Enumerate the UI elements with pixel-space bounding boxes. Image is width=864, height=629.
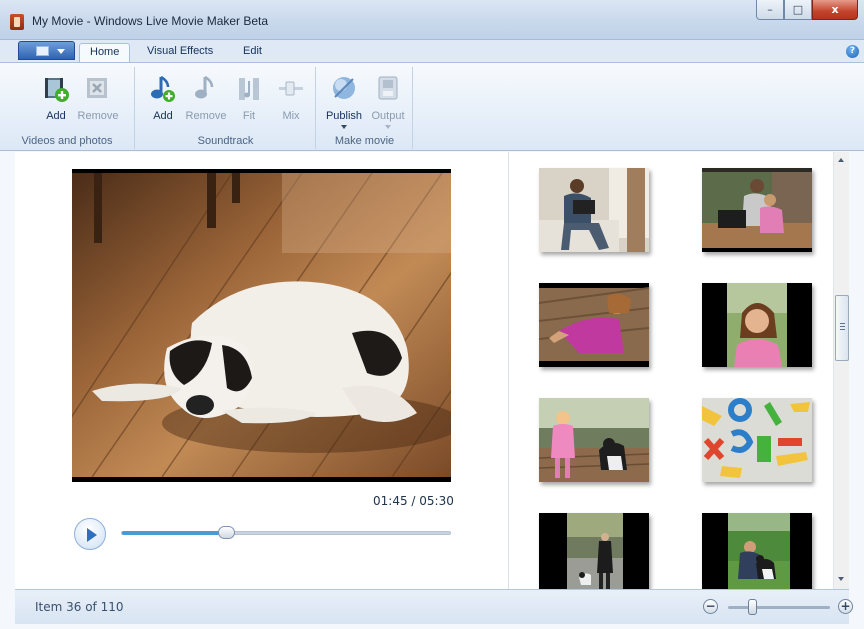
remove-videos-photos-button[interactable]: Remove xyxy=(76,71,120,127)
add-videos-label: Add xyxy=(46,110,66,122)
title-bar[interactable]: My Movie - Windows Live Movie Maker Beta… xyxy=(0,0,864,40)
play-icon xyxy=(87,528,97,542)
storyboard-clip[interactable] xyxy=(539,168,649,252)
add-video-icon xyxy=(45,78,69,102)
application-menu-button[interactable] xyxy=(18,41,75,60)
menu-icon xyxy=(36,46,49,56)
status-bar: Item 36 of 110 − + xyxy=(15,589,853,624)
group-label-make-movie: Make movie xyxy=(334,135,395,147)
play-button[interactable] xyxy=(74,518,106,550)
ribbon-tab-bar: Home Visual Effects Edit ? xyxy=(0,40,864,63)
maximize-button[interactable]: □ xyxy=(784,0,812,20)
add-music-icon xyxy=(151,75,175,102)
playback-time: 01:45 / 05:30 xyxy=(373,494,454,508)
tab-home[interactable]: Home xyxy=(79,43,131,63)
group-label-soundtrack: Soundtrack xyxy=(197,135,254,147)
add-music-button[interactable]: Add xyxy=(141,71,185,127)
output-button[interactable]: Output xyxy=(366,71,410,129)
add-videos-photos-button[interactable]: Add xyxy=(34,71,78,127)
scroll-up-arrow-icon[interactable] xyxy=(838,158,844,162)
output-label: Output xyxy=(371,110,405,122)
dog-on-floor-image xyxy=(72,173,451,477)
zoom-slider-handle[interactable] xyxy=(748,599,758,615)
window-title: My Movie - Windows Live Movie Maker Beta xyxy=(32,14,269,28)
storyboard-clip[interactable] xyxy=(702,168,812,252)
preview-image xyxy=(72,169,451,482)
window-controls: – □ x xyxy=(756,0,858,22)
zoom-in-button[interactable]: + xyxy=(838,599,853,614)
publish-button[interactable]: Publish xyxy=(322,71,366,129)
chevron-down-icon xyxy=(341,125,347,129)
help-icon[interactable]: ? xyxy=(846,45,859,58)
fit-to-music-button[interactable]: Fit xyxy=(227,71,271,127)
fit-music-icon xyxy=(239,78,259,100)
group-soundtrack: Add Remove Fit Mix Soundtrack xyxy=(136,67,316,149)
storyboard-clip[interactable] xyxy=(539,513,649,597)
remove-video-icon xyxy=(87,78,107,98)
remove-music-icon xyxy=(195,75,214,99)
output-disk-icon xyxy=(378,76,398,100)
film-reel-icon[interactable] xyxy=(10,14,24,30)
storyboard-clip[interactable] xyxy=(702,398,812,482)
storyboard-clip[interactable] xyxy=(539,398,649,482)
ribbon: Add Remove Videos and photos Add Remove … xyxy=(0,62,864,151)
zoom-out-button[interactable]: − xyxy=(703,599,718,614)
preview-monitor[interactable] xyxy=(72,169,451,482)
group-make-movie: Publish Output Make movie xyxy=(317,67,413,149)
mix-slider-icon xyxy=(279,81,303,96)
publish-label: Publish xyxy=(325,110,363,122)
group-label-videos-and-photos: Videos and photos xyxy=(21,135,113,147)
seek-bar[interactable] xyxy=(121,526,451,539)
close-button[interactable]: x xyxy=(812,0,858,20)
item-count: Item 36 of 110 xyxy=(35,600,124,614)
seek-handle[interactable] xyxy=(218,526,236,539)
pane-divider[interactable] xyxy=(508,152,509,589)
man-with-laptop-image xyxy=(539,168,649,252)
remove-videos-label: Remove xyxy=(77,110,119,122)
app-window: My Movie - Windows Live Movie Maker Beta… xyxy=(0,0,864,629)
add-music-label: Add xyxy=(153,110,173,122)
chevron-down-icon xyxy=(57,49,65,54)
globe-icon xyxy=(333,77,355,99)
group-videos-and-photos: Add Remove Videos and photos xyxy=(0,67,135,149)
workspace: 01:45 / 05:30 xyxy=(15,152,849,597)
girl-on-deck-image xyxy=(539,283,649,367)
remove-music-button[interactable]: Remove xyxy=(184,71,228,127)
scrollbar-thumb[interactable] xyxy=(835,295,849,361)
person-with-dog-on-grass-image xyxy=(702,513,812,597)
storyboard-clip[interactable] xyxy=(702,283,812,367)
person-walking-dog-image xyxy=(539,513,649,597)
tab-visual-effects[interactable]: Visual Effects xyxy=(137,43,223,63)
mother-and-child-with-laptop-image xyxy=(702,168,812,252)
chevron-down-icon xyxy=(385,125,391,129)
mix-label: Mix xyxy=(282,110,300,122)
seek-bar-progress xyxy=(122,531,227,535)
girl-with-dog-image xyxy=(539,398,649,482)
storyboard-scrollbar[interactable] xyxy=(833,152,849,589)
storyboard-clip[interactable] xyxy=(539,283,649,367)
colorful-letters-image xyxy=(702,398,812,482)
scroll-down-arrow-icon[interactable] xyxy=(838,577,844,581)
tab-edit[interactable]: Edit xyxy=(233,43,272,63)
fit-label: Fit xyxy=(242,110,256,122)
zoom-slider[interactable] xyxy=(728,599,830,615)
storyboard-clip[interactable] xyxy=(702,513,812,597)
remove-music-label: Remove xyxy=(185,110,227,122)
minimize-button[interactable]: – xyxy=(756,0,784,20)
mix-button[interactable]: Mix xyxy=(269,71,313,127)
girl-smiling-image xyxy=(702,283,812,367)
